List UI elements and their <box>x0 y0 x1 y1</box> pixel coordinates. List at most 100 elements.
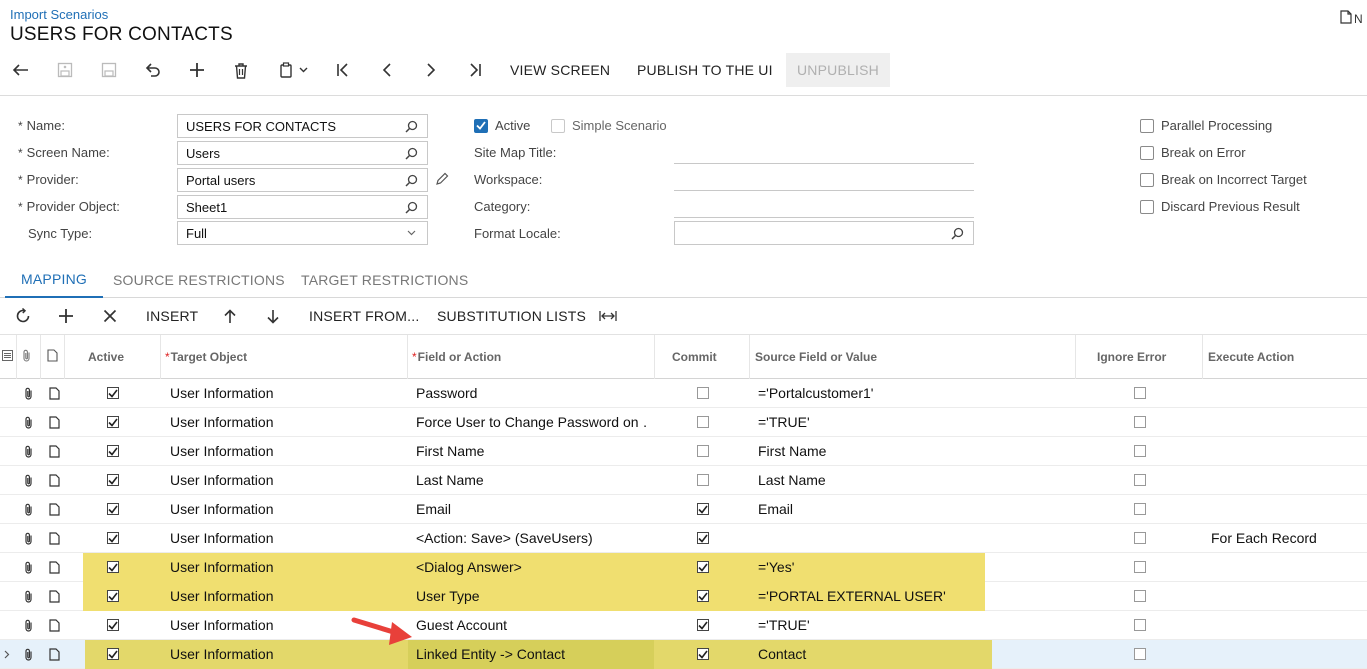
document-icon[interactable] <box>41 408 67 436</box>
document-icon[interactable] <box>41 553 67 581</box>
search-icon[interactable] <box>403 145 419 161</box>
column-active[interactable]: Active <box>65 335 161 379</box>
target-object-cell[interactable]: User Information <box>170 611 408 639</box>
add-icon[interactable] <box>186 53 208 87</box>
target-object-cell[interactable]: User Information <box>170 524 408 552</box>
table-row[interactable]: User Information First Name First Name <box>0 437 1367 466</box>
paperclip-icon[interactable] <box>17 466 41 494</box>
active-checkbox[interactable] <box>65 466 161 494</box>
column-execute-action[interactable]: Execute Action <box>1203 335 1367 379</box>
screen-name-field[interactable]: Users <box>177 141 428 165</box>
paperclip-icon[interactable] <box>17 553 41 581</box>
table-row[interactable]: User Information Force User to Change Pas… <box>0 408 1367 437</box>
paperclip-icon[interactable] <box>17 524 41 552</box>
document-icon[interactable] <box>41 379 67 407</box>
execute-action-cell[interactable] <box>1211 553 1367 581</box>
execute-action-cell[interactable] <box>1211 437 1367 465</box>
paperclip-icon[interactable] <box>17 408 41 436</box>
save-close-icon[interactable] <box>54 53 76 87</box>
field-or-action-cell[interactable]: <Action: Save> (SaveUsers) <box>416 524 648 552</box>
document-icon[interactable] <box>41 611 67 639</box>
field-or-action-cell[interactable]: Guest Account <box>416 611 648 639</box>
source-field-cell[interactable]: ='Yes' <box>758 553 1076 581</box>
ignore-error-checkbox[interactable] <box>1076 379 1203 407</box>
edit-pencil-icon[interactable] <box>435 172 449 191</box>
unpublish-button[interactable]: UNPUBLISH <box>786 53 890 87</box>
commit-checkbox[interactable] <box>655 379 750 407</box>
source-field-cell[interactable]: First Name <box>758 437 1076 465</box>
execute-action-cell[interactable] <box>1211 640 1367 668</box>
target-object-cell[interactable]: User Information <box>170 640 408 668</box>
active-checkbox[interactable] <box>65 553 161 581</box>
table-row[interactable]: User Information Linked Entity -> Contact… <box>0 640 1367 669</box>
paperclip-icon[interactable] <box>17 495 41 523</box>
active-checkbox[interactable] <box>65 379 161 407</box>
paperclip-icon[interactable] <box>17 379 41 407</box>
delete-row-icon[interactable] <box>99 299 121 333</box>
last-record-icon[interactable] <box>464 53 486 87</box>
sync-type-select[interactable]: Full <box>177 221 428 245</box>
substitution-lists-button[interactable]: SUBSTITUTION LISTS <box>437 299 586 333</box>
table-row[interactable]: User Information Email Email <box>0 495 1367 524</box>
source-field-cell[interactable]: ='Portalcustomer1' <box>758 379 1076 407</box>
first-record-icon[interactable] <box>332 53 354 87</box>
source-field-cell[interactable]: ='TRUE' <box>758 408 1076 436</box>
fit-columns-icon[interactable] <box>597 299 619 333</box>
document-icon[interactable] <box>41 524 67 552</box>
discard-previous-result-checkbox[interactable]: Discard Previous Result <box>1140 199 1300 214</box>
paperclip-icon[interactable] <box>17 437 41 465</box>
search-icon[interactable] <box>403 118 419 134</box>
publish-button[interactable]: PUBLISH TO THE UI <box>637 53 773 87</box>
search-icon[interactable] <box>949 225 965 241</box>
column-commit[interactable]: Commit <box>655 335 750 379</box>
execute-action-cell[interactable] <box>1211 408 1367 436</box>
source-field-cell[interactable] <box>758 524 1076 552</box>
ignore-error-checkbox[interactable] <box>1076 495 1203 523</box>
target-object-cell[interactable]: User Information <box>170 379 408 407</box>
view-screen-button[interactable]: VIEW SCREEN <box>510 53 610 87</box>
parallel-processing-checkbox[interactable]: Parallel Processing <box>1140 118 1272 133</box>
target-object-cell[interactable]: User Information <box>170 553 408 581</box>
notes-button[interactable]: N <box>1340 10 1363 27</box>
table-row[interactable]: User Information Password ='Portalcustomer… <box>0 379 1367 408</box>
active-checkbox[interactable] <box>65 408 161 436</box>
paperclip-icon[interactable] <box>17 640 41 668</box>
break-on-incorrect-target-checkbox[interactable]: Break on Incorrect Target <box>1140 172 1307 187</box>
field-or-action-cell[interactable]: Linked Entity -> Contact <box>416 640 648 668</box>
field-or-action-cell[interactable]: Last Name <box>416 466 648 494</box>
commit-checkbox[interactable] <box>655 466 750 494</box>
row-selector-chevron-icon[interactable] <box>4 640 14 668</box>
target-object-cell[interactable]: User Information <box>170 408 408 436</box>
tab-target-restrictions[interactable]: TARGET RESTRICTIONS <box>301 262 468 298</box>
column-ignore-error[interactable]: Ignore Error <box>1076 335 1203 379</box>
format-locale-field[interactable] <box>674 221 974 245</box>
copy-paste-dropdown[interactable] <box>274 53 312 87</box>
delete-icon[interactable] <box>230 53 252 87</box>
save-icon[interactable] <box>98 53 120 87</box>
ignore-error-checkbox[interactable] <box>1076 524 1203 552</box>
table-row[interactable]: User Information <Action: Save> (SaveUser… <box>0 524 1367 553</box>
document-icon[interactable] <box>41 495 67 523</box>
paperclip-icon[interactable] <box>17 582 41 610</box>
break-on-error-checkbox[interactable]: Break on Error <box>1140 145 1246 160</box>
table-row[interactable]: User Information User Type ='PORTAL EXTERN… <box>0 582 1367 611</box>
source-field-cell[interactable]: ='TRUE' <box>758 611 1076 639</box>
active-checkbox[interactable] <box>65 495 161 523</box>
ignore-error-checkbox[interactable] <box>1076 437 1203 465</box>
commit-checkbox[interactable] <box>655 495 750 523</box>
search-icon[interactable] <box>403 172 419 188</box>
name-field[interactable]: USERS FOR CONTACTS <box>177 114 428 138</box>
document-icon[interactable] <box>41 437 67 465</box>
field-or-action-cell[interactable]: First Name <box>416 437 648 465</box>
source-field-cell[interactable]: Last Name <box>758 466 1076 494</box>
commit-checkbox[interactable] <box>655 437 750 465</box>
active-checkbox[interactable] <box>65 437 161 465</box>
insert-button[interactable]: INSERT <box>146 299 198 333</box>
ignore-error-checkbox[interactable] <box>1076 553 1203 581</box>
active-checkbox[interactable] <box>65 611 161 639</box>
active-checkbox[interactable] <box>65 640 161 668</box>
table-row[interactable]: User Information Guest Account ='TRUE' <box>0 611 1367 640</box>
column-field-or-action[interactable]: * Field or Action <box>408 335 655 379</box>
ignore-error-checkbox[interactable] <box>1076 611 1203 639</box>
commit-checkbox[interactable] <box>655 524 750 552</box>
